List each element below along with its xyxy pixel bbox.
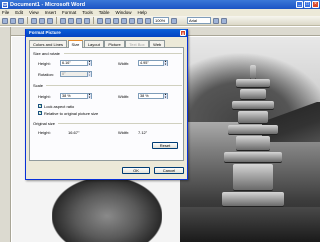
menu-view[interactable]: View: [29, 10, 39, 15]
help-icon[interactable]: [171, 17, 177, 24]
menu-bar: File Edit View Insert Format Tools Table…: [0, 9, 320, 16]
zoom-select[interactable]: 100%: [153, 17, 169, 24]
size-width-value: 4.95": [140, 61, 149, 65]
redo-icon[interactable]: [105, 17, 111, 24]
scale-width-input[interactable]: 38 % ▲ ▼: [138, 93, 168, 99]
scale-section-label: Scale: [33, 83, 44, 88]
columns-icon[interactable]: [129, 17, 135, 24]
section-divider: [58, 123, 182, 124]
size-height-input[interactable]: 6.16" ▲ ▼: [60, 60, 92, 66]
menu-window[interactable]: Window: [116, 10, 132, 15]
tab-text-box: Text Box: [125, 40, 149, 47]
close-icon[interactable]: ×: [312, 1, 319, 8]
tab-colors-and-lines[interactable]: Colors and Lines: [29, 40, 68, 47]
window-controls: _ □ ×: [296, 1, 319, 8]
paste-icon[interactable]: [76, 17, 82, 24]
show-hide-icon[interactable]: [145, 17, 151, 24]
reset-button[interactable]: Reset: [152, 142, 178, 149]
word-icon: W: [2, 1, 8, 8]
original-width-value: 7.12": [138, 130, 148, 135]
font-select[interactable]: Arial: [187, 17, 211, 24]
scale-width-label: Width:: [118, 94, 130, 99]
rotation-value: 0°: [62, 72, 66, 76]
rotation-input: 0° ▲ ▼: [60, 71, 92, 77]
window-title-bar: W Document1 - Microsoft Word _ □ ×: [0, 0, 320, 9]
lock-aspect-checkbox[interactable]: ✓: [38, 104, 42, 108]
menu-format[interactable]: Format: [62, 10, 76, 15]
size-height-label: Height:: [38, 61, 51, 66]
spinner-arrows-icon[interactable]: ▲ ▼: [163, 93, 167, 99]
dialog-title-bar: Format Picture x: [26, 29, 187, 37]
open-icon[interactable]: [10, 17, 16, 24]
original-height-value: 16.67": [68, 130, 80, 135]
toolbar-separator: [27, 17, 28, 24]
menu-insert[interactable]: Insert: [45, 10, 56, 15]
spinner-arrows-icon[interactable]: ▲ ▼: [87, 93, 91, 99]
menu-table[interactable]: Table: [99, 10, 110, 15]
relative-size-label: Relative to original picture size: [44, 111, 99, 116]
dialog-tabs: Colors and Lines Size Layout Picture Tex…: [29, 40, 184, 49]
menu-edit[interactable]: Edit: [15, 10, 23, 15]
original-height-label: Height:: [38, 130, 51, 135]
menu-help[interactable]: Help: [138, 10, 147, 15]
tab-picture[interactable]: Picture: [104, 40, 125, 47]
scale-height-input[interactable]: 38 % ▲ ▼: [60, 93, 92, 99]
dialog-close-icon[interactable]: x: [180, 30, 186, 36]
cut-icon[interactable]: [60, 17, 66, 24]
italic-icon[interactable]: [221, 17, 227, 24]
lock-aspect-label: Lock aspect ratio: [44, 104, 75, 109]
scale-height-label: Height:: [38, 94, 51, 99]
hyperlink-icon[interactable]: [113, 17, 119, 24]
print-preview-icon[interactable]: [39, 17, 45, 24]
ok-button[interactable]: OK: [122, 167, 150, 174]
section-divider: [46, 85, 182, 86]
copy-icon[interactable]: [68, 17, 74, 24]
section-divider: [64, 53, 182, 54]
scale-width-value: 38 %: [140, 94, 149, 98]
standard-toolbar: 100% Arial: [0, 16, 320, 26]
save-icon[interactable]: [18, 17, 24, 24]
relative-size-checkbox[interactable]: ✓: [38, 111, 42, 115]
toolbar-separator: [93, 17, 94, 24]
format-painter-icon[interactable]: [84, 17, 90, 24]
size-rotate-section-label: Size and rotate: [33, 51, 60, 56]
menu-file[interactable]: File: [2, 10, 9, 15]
format-picture-dialog: Format Picture x Colors and Lines Size L…: [25, 29, 188, 180]
menu-tools[interactable]: Tools: [82, 10, 93, 15]
size-tab-panel: Size and rotate Height: 6.16" ▲ ▼ Width: …: [29, 48, 184, 161]
picture-lower-portion: [52, 177, 162, 242]
print-icon[interactable]: [31, 17, 37, 24]
spinner-arrows-icon: ▲ ▼: [87, 71, 91, 77]
scale-height-value: 38 %: [62, 94, 71, 98]
new-document-icon[interactable]: [2, 17, 8, 24]
maximize-icon[interactable]: □: [304, 1, 311, 8]
vertical-ruler: [0, 27, 11, 242]
dialog-title: Format Picture: [29, 30, 61, 35]
bold-icon[interactable]: [213, 17, 219, 24]
size-width-label: Width:: [118, 61, 130, 66]
tab-layout[interactable]: Layout: [83, 40, 104, 47]
tab-web[interactable]: Web: [149, 40, 166, 47]
photo-ground: [180, 207, 320, 242]
spinner-arrows-icon[interactable]: ▲ ▼: [163, 60, 167, 66]
spinner-arrows-icon[interactable]: ▲ ▼: [87, 60, 91, 66]
toolbar-separator: [56, 17, 57, 24]
spelling-icon[interactable]: [47, 17, 53, 24]
minimize-icon[interactable]: _: [296, 1, 303, 8]
cancel-button[interactable]: Cancel: [154, 167, 184, 174]
rotation-label: Rotation:: [38, 72, 55, 77]
drawing-icon[interactable]: [137, 17, 143, 24]
pagoda-photo[interactable]: [180, 37, 320, 242]
original-width-label: Width:: [118, 130, 130, 135]
original-size-section-label: Original size: [33, 121, 56, 126]
undo-icon[interactable]: [97, 17, 103, 24]
size-height-value: 6.16": [62, 61, 71, 65]
tables-icon[interactable]: [121, 17, 127, 24]
window-title: Document1 - Microsoft Word: [10, 1, 86, 8]
size-width-input[interactable]: 4.95" ▲ ▼: [138, 60, 168, 66]
